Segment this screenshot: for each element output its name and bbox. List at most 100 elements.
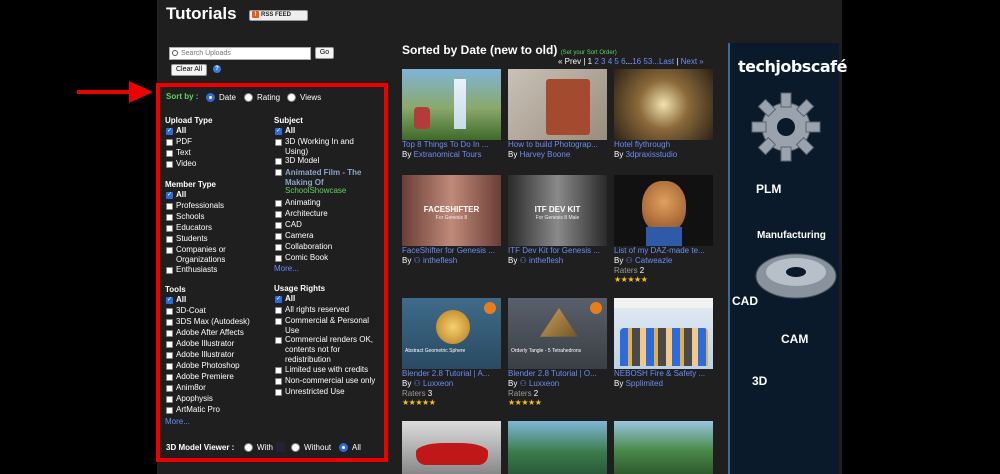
result-tile[interactable]: Abstract Geometric Sphere Blender 2.8 Tu…	[402, 298, 501, 413]
tile-author[interactable]: intheflesh	[423, 256, 457, 265]
tools-illustrator-checkbox[interactable]	[166, 341, 173, 348]
pager-last[interactable]: ...Last	[652, 57, 674, 66]
tools-all-checkbox[interactable]	[166, 296, 173, 304]
subject-camera-checkbox[interactable]	[275, 233, 282, 240]
tile-title[interactable]: List of my DAZ-made te...	[614, 246, 719, 255]
subject-more-link[interactable]: More...	[274, 264, 299, 273]
search-input[interactable]: Search Uploads	[169, 47, 311, 60]
tools-apophysis-checkbox[interactable]	[166, 396, 173, 403]
viewer-with-radio[interactable]	[244, 443, 253, 452]
tile-thumbnail[interactable]	[614, 298, 713, 369]
rights-reserved-checkbox[interactable]	[275, 307, 282, 314]
go-button[interactable]: Go	[315, 47, 334, 59]
pager-page-3[interactable]: 3	[601, 57, 605, 66]
tile-thumbnail[interactable]	[402, 421, 501, 474]
tile-author[interactable]: Harvey Boone	[520, 150, 571, 159]
tile-title[interactable]: NEBOSH Fire & Safety ...	[614, 369, 719, 378]
result-tile[interactable]: Hotel flythrough By 3dpraxisstudio	[614, 69, 713, 164]
tile-thumbnail[interactable]	[614, 421, 713, 474]
pager-page-2[interactable]: 2	[594, 57, 598, 66]
member-companies-checkbox[interactable]	[166, 247, 173, 254]
tile-title[interactable]: FaceShifter for Genesis ...	[402, 246, 507, 255]
rights-all-checkbox[interactable]	[275, 295, 282, 303]
upload-pdf-checkbox[interactable]	[166, 139, 173, 146]
pager-page-53[interactable]: 53	[643, 57, 652, 66]
tile-title[interactable]: Blender 2.8 Tutorial | O...	[508, 369, 613, 378]
subject-collaboration-checkbox[interactable]	[275, 244, 282, 251]
member-educators-checkbox[interactable]	[166, 225, 173, 232]
tile-author[interactable]: Catweazle	[635, 256, 672, 265]
tile-title[interactable]: Blender 2.8 Tutorial | A...	[402, 369, 507, 378]
tile-thumbnail[interactable]	[614, 175, 713, 246]
rights-commercial-renders-checkbox[interactable]	[275, 337, 282, 344]
pager-page-16[interactable]: 16	[632, 57, 641, 66]
subject-3dmodel-checkbox[interactable]	[275, 158, 282, 165]
result-tile[interactable]: FACESHIFTER For Genesis 8 FaceShifter fo…	[402, 175, 501, 290]
result-tile[interactable]	[402, 421, 501, 474]
tools-more-link[interactable]: More...	[165, 417, 190, 426]
pager-next[interactable]: Next »	[681, 57, 704, 66]
tile-thumbnail[interactable]	[508, 69, 607, 140]
result-tile[interactable]: NEBOSH Fire & Safety ... By Spplimited	[614, 298, 713, 413]
tile-author[interactable]: 3dpraxisstudio	[626, 150, 678, 159]
tools-aftereffects-checkbox[interactable]	[166, 330, 173, 337]
sort-rating-radio[interactable]	[244, 93, 253, 102]
tile-author[interactable]: Luxxeon	[423, 379, 453, 388]
result-tile[interactable]	[508, 421, 607, 474]
member-students-checkbox[interactable]	[166, 236, 173, 243]
tile-author[interactable]: intheflesh	[529, 256, 563, 265]
tile-author[interactable]: Spplimited	[626, 379, 663, 388]
sort-date-radio[interactable]	[206, 93, 215, 102]
rights-unrestricted-checkbox[interactable]	[275, 389, 282, 396]
viewer-without-radio[interactable]	[291, 443, 300, 452]
member-schools-checkbox[interactable]	[166, 214, 173, 221]
tile-thumbnail[interactable]: FACESHIFTER For Genesis 8	[402, 175, 501, 246]
rights-limited-checkbox[interactable]	[275, 367, 282, 374]
subject-cad-checkbox[interactable]	[275, 222, 282, 229]
result-tile[interactable]: Top 8 Things To Do In ... By Extranomica…	[402, 69, 501, 164]
subject-3d-checkbox[interactable]	[275, 139, 282, 146]
subject-architecture-checkbox[interactable]	[275, 211, 282, 218]
member-professionals-checkbox[interactable]	[166, 203, 173, 210]
pager-prev[interactable]: « Prev	[558, 57, 581, 66]
upload-all-checkbox[interactable]	[166, 127, 173, 135]
rss-feed-button[interactable]: ) RSS FEED	[249, 10, 308, 21]
rights-commercial-personal-checkbox[interactable]	[275, 318, 282, 325]
subject-animated-film-checkbox[interactable]	[275, 169, 282, 176]
set-sort-order-link[interactable]: (Set your Sort Order)	[561, 50, 617, 56]
upload-video-checkbox[interactable]	[166, 161, 173, 168]
tile-thumbnail[interactable]: Orderly Tangle - 5 Tetrahedrons	[508, 298, 607, 369]
tile-title[interactable]: Top 8 Things To Do In ...	[402, 140, 507, 149]
member-enthusiasts-checkbox[interactable]	[166, 267, 173, 274]
tools-photoshop-checkbox[interactable]	[166, 363, 173, 370]
subject-animated-film-label[interactable]: Animated Film - The Making Of	[285, 168, 380, 188]
tile-title[interactable]: Hotel flythrough	[614, 140, 719, 149]
result-tile[interactable]: ITF DEV KIT For Genesis 8 Male ITF Dev K…	[508, 175, 607, 290]
tile-thumbnail[interactable]	[614, 69, 713, 140]
result-tile[interactable]: List of my DAZ-made te... By ⚇ Catweazle…	[614, 175, 713, 290]
tile-thumbnail[interactable]: Abstract Geometric Sphere	[402, 298, 501, 369]
tools-illustrator2-checkbox[interactable]	[166, 352, 173, 359]
tools-premiere-checkbox[interactable]	[166, 374, 173, 381]
tools-3dsmax-checkbox[interactable]	[166, 319, 173, 326]
subject-all-checkbox[interactable]	[275, 127, 282, 135]
tile-thumbnail[interactable]	[508, 421, 607, 474]
upload-text-checkbox[interactable]	[166, 150, 173, 157]
help-icon[interactable]: ?	[213, 65, 221, 73]
pager-page-5[interactable]: 5	[614, 57, 618, 66]
tile-thumbnail[interactable]: ITF DEV KIT For Genesis 8 Male	[508, 175, 607, 246]
member-all-checkbox[interactable]	[166, 191, 173, 199]
tools-anim8or-checkbox[interactable]	[166, 385, 173, 392]
viewer-all-radio[interactable]	[339, 443, 348, 452]
result-tile[interactable]	[614, 421, 713, 474]
tools-3dcoat-checkbox[interactable]	[166, 308, 173, 315]
rights-noncommercial-checkbox[interactable]	[275, 378, 282, 385]
advertisement-banner[interactable]: techjobscafé PLM Manufacturing CAD CAM 3…	[728, 43, 847, 474]
clear-all-button[interactable]: Clear All	[171, 64, 207, 76]
tile-title[interactable]: ITF Dev Kit for Genesis ...	[508, 246, 613, 255]
sort-views-radio[interactable]	[287, 93, 296, 102]
pager-page-4[interactable]: 4	[608, 57, 612, 66]
tile-author[interactable]: Luxxeon	[529, 379, 559, 388]
tools-artmatic-checkbox[interactable]	[166, 407, 173, 414]
result-tile[interactable]: Orderly Tangle - 5 Tetrahedrons Blender …	[508, 298, 607, 413]
